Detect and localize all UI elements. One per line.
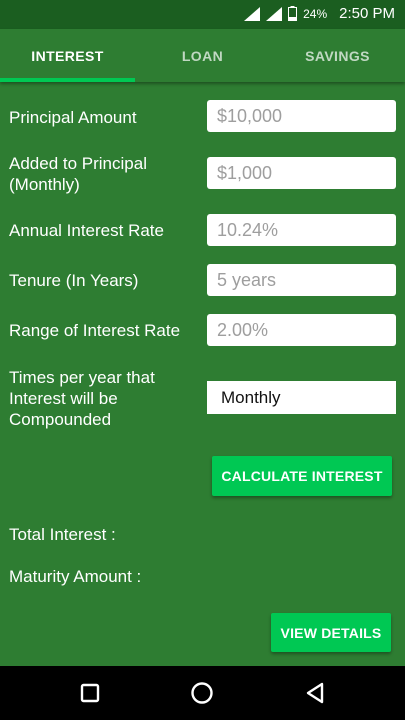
compound-frequency-select[interactable]: Monthly xyxy=(207,381,396,414)
tab-indicator xyxy=(0,78,135,82)
added-principal-label: Added to Principal (Monthly) xyxy=(9,154,147,194)
calculate-interest-button[interactable]: CALCULATE INTEREST xyxy=(212,456,392,496)
battery-icon xyxy=(288,6,298,21)
principal-label: Principal Amount xyxy=(9,108,137,127)
clock: 2:50 PM xyxy=(339,5,395,22)
view-details-button[interactable]: VIEW DETAILS xyxy=(271,613,391,652)
tenure-label: Tenure (In Years) xyxy=(9,271,139,290)
status-bar: 24% 2:50 PM xyxy=(0,0,405,29)
navigation-bar xyxy=(0,666,405,720)
cell-signal-icon xyxy=(266,6,283,21)
wifi-signal-icon xyxy=(244,6,261,21)
compound-frequency-label: Times per year that Interest will be Com… xyxy=(9,368,155,429)
tab-interest[interactable]: INTEREST xyxy=(0,29,135,82)
maturity-amount-label: Maturity Amount : xyxy=(9,567,142,586)
tab-savings[interactable]: SAVINGS xyxy=(270,29,405,82)
tenure-input[interactable] xyxy=(207,264,396,296)
interest-rate-input[interactable] xyxy=(207,214,396,246)
status-icons: 24% 2:50 PM xyxy=(244,5,395,22)
interest-range-input[interactable] xyxy=(207,314,396,346)
recent-apps-icon[interactable] xyxy=(76,679,104,707)
home-icon[interactable] xyxy=(188,679,216,707)
back-icon[interactable] xyxy=(301,679,329,707)
battery-percent: 24% xyxy=(303,6,328,21)
interest-range-label: Range of Interest Rate xyxy=(9,321,181,340)
principal-input[interactable] xyxy=(207,100,396,132)
tab-bar: INTEREST LOAN SAVINGS xyxy=(0,29,405,82)
added-principal-input[interactable] xyxy=(207,157,396,189)
interest-rate-label: Annual Interest Rate xyxy=(9,221,164,240)
tab-loan[interactable]: LOAN xyxy=(135,29,270,82)
total-interest-label: Total Interest : xyxy=(9,525,116,544)
